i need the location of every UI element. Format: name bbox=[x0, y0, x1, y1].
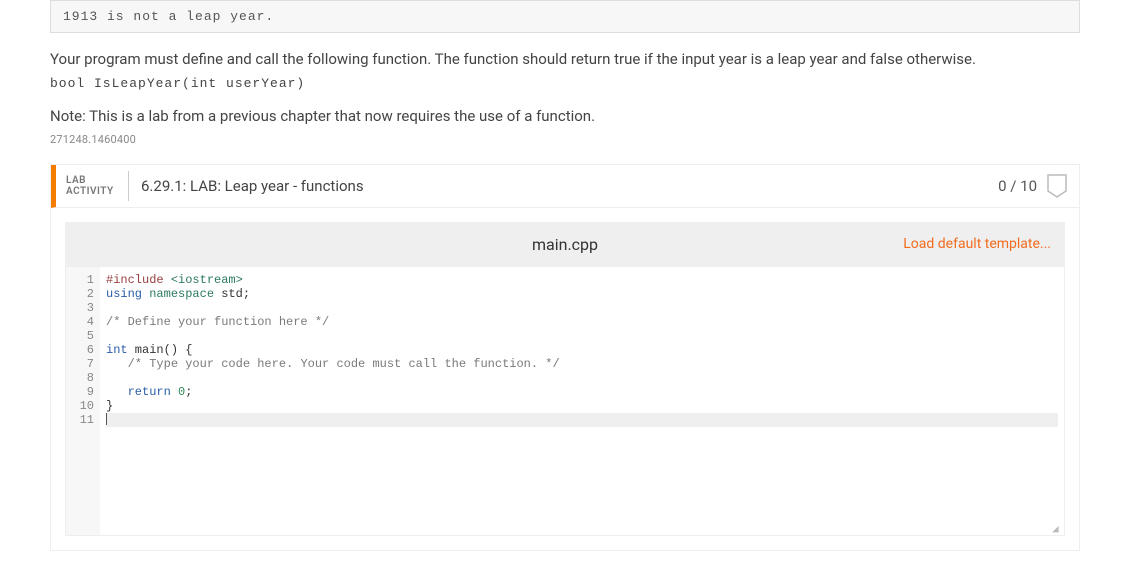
code-line[interactable] bbox=[106, 413, 1058, 427]
line-number: 6 bbox=[76, 343, 94, 357]
load-default-template-link[interactable]: Load default template... bbox=[903, 236, 1051, 252]
lab-label: LAB ACTIVITY bbox=[66, 175, 124, 197]
code-line[interactable] bbox=[106, 329, 1058, 343]
code-line[interactable] bbox=[106, 371, 1058, 385]
score-text: 0 / 10 bbox=[998, 177, 1037, 195]
instruction-paragraph: Your program must define and call the fo… bbox=[50, 49, 1080, 70]
line-number-gutter: 1234567891011 bbox=[66, 267, 100, 535]
line-number: 3 bbox=[76, 301, 94, 315]
code-line[interactable]: #include <iostream> bbox=[106, 273, 1058, 287]
code-line[interactable] bbox=[106, 301, 1058, 315]
sample-output-block: 1913 is not a leap year. bbox=[50, 0, 1080, 33]
line-number: 9 bbox=[76, 385, 94, 399]
score-badge-icon bbox=[1047, 174, 1067, 198]
line-number: 8 bbox=[76, 371, 94, 385]
code-editor[interactable]: 1234567891011 #include <iostream>using n… bbox=[65, 266, 1065, 536]
resize-handle-icon[interactable]: ◢ bbox=[1052, 523, 1062, 533]
code-line[interactable]: using namespace std; bbox=[106, 287, 1058, 301]
code-line[interactable]: /* Define your function here */ bbox=[106, 315, 1058, 329]
lab-activity-header: LAB ACTIVITY 6.29.1: LAB: Leap year - fu… bbox=[51, 165, 1079, 208]
function-signature: bool IsLeapYear(int userYear) bbox=[50, 76, 1080, 91]
lab-label-line1: LAB bbox=[66, 175, 124, 186]
line-number: 7 bbox=[76, 357, 94, 371]
line-number: 4 bbox=[76, 315, 94, 329]
internal-id-code: 271248.1460400 bbox=[50, 133, 1080, 146]
line-number: 5 bbox=[76, 329, 94, 343]
file-tab-bar: main.cpp Load default template... bbox=[65, 222, 1065, 266]
line-number: 11 bbox=[76, 413, 94, 427]
score-wrap: 0 / 10 bbox=[998, 174, 1067, 198]
note-paragraph: Note: This is a lab from a previous chap… bbox=[50, 107, 1080, 125]
code-line[interactable]: } bbox=[106, 399, 1058, 413]
code-line[interactable]: int main() { bbox=[106, 343, 1058, 357]
lab-label-line2: ACTIVITY bbox=[66, 186, 124, 197]
lab-activity-box: LAB ACTIVITY 6.29.1: LAB: Leap year - fu… bbox=[50, 164, 1080, 551]
header-divider bbox=[128, 171, 129, 201]
line-number: 10 bbox=[76, 399, 94, 413]
line-number: 2 bbox=[76, 287, 94, 301]
code-content[interactable]: #include <iostream>using namespace std; … bbox=[100, 267, 1064, 535]
code-line[interactable]: return 0; bbox=[106, 385, 1058, 399]
line-number: 1 bbox=[76, 273, 94, 287]
activity-title: 6.29.1: LAB: Leap year - functions bbox=[141, 177, 364, 195]
editor-frame: main.cpp Load default template... 123456… bbox=[51, 208, 1079, 550]
code-line[interactable]: /* Type your code here. Your code must c… bbox=[106, 357, 1058, 371]
